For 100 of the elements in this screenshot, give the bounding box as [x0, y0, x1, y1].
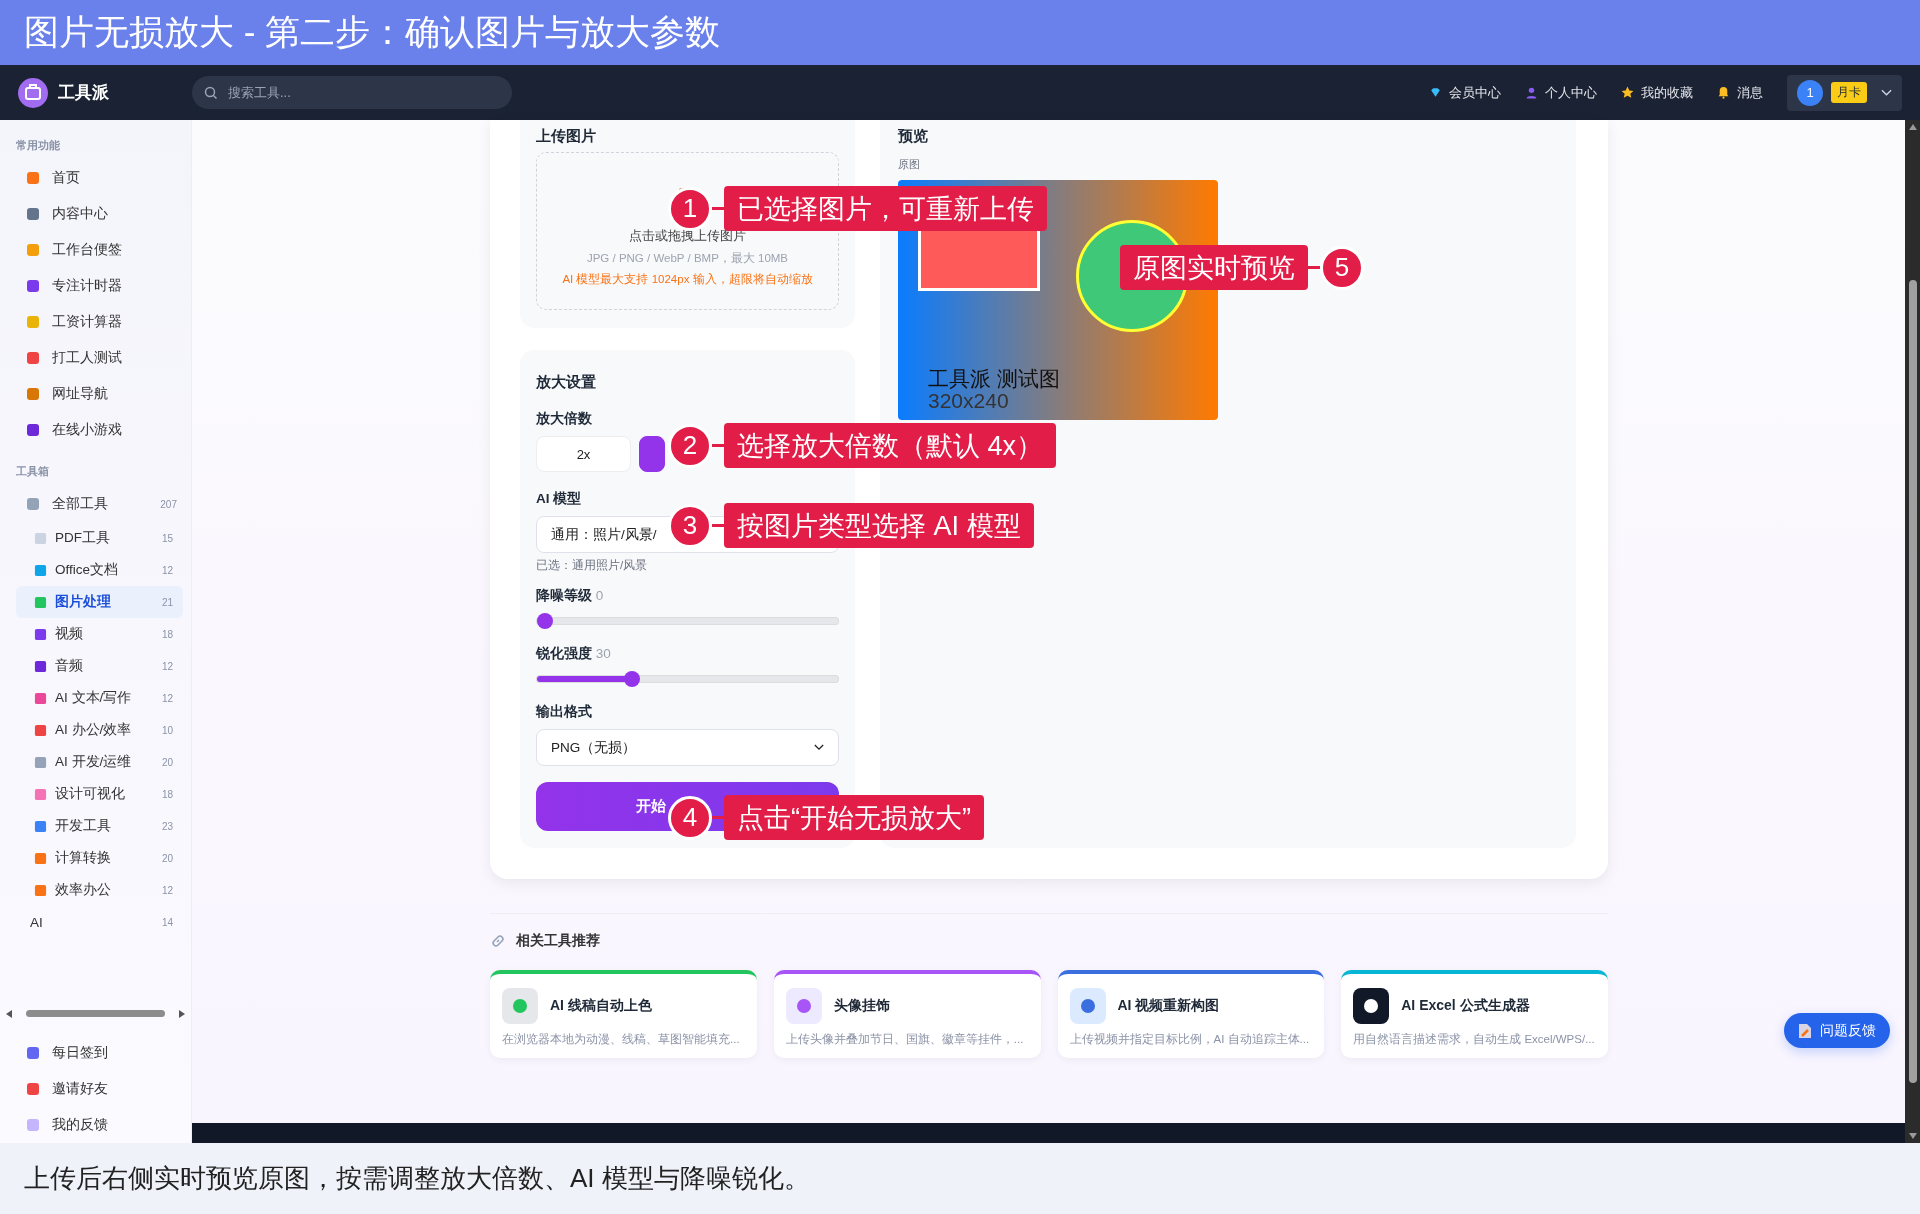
callout-label: 点击“开始无损放大” [724, 795, 984, 840]
square-icon [26, 1082, 40, 1097]
link-icon [490, 933, 506, 949]
scroll-down-icon[interactable] [1908, 1133, 1917, 1139]
scale-option[interactable]: 2x [536, 436, 631, 472]
sidebar-item[interactable]: PDF工具 15 [16, 522, 183, 554]
scale-option[interactable] [639, 436, 665, 472]
tool-card[interactable]: 头像挂饰 上传头像并叠加节日、国旗、徽章等挂件，... [773, 970, 1041, 1058]
callout-label: 选择放大倍数（默认 4x） [724, 423, 1057, 468]
square-icon [34, 531, 47, 545]
logo-text[interactable]: 工具派 [58, 81, 109, 104]
square-icon [26, 171, 40, 185]
user-menu[interactable]: 1 月卡 [1787, 74, 1902, 111]
tool-icon [785, 988, 822, 1024]
square-icon [26, 243, 40, 257]
square-icon [34, 819, 47, 833]
sidebar-item[interactable]: Office文档 12 [16, 554, 183, 586]
square-icon [34, 883, 47, 897]
tools-icon [26, 497, 40, 511]
vertical-scrollbar[interactable] [1905, 120, 1920, 1143]
callout-label: 按图片类型选择 AI 模型 [724, 503, 1034, 548]
section-title: 常用功能 [15, 138, 61, 153]
square-icon [26, 279, 40, 293]
sidebar-item[interactable]: 网址导航 [0, 376, 191, 412]
sidebar-item[interactable]: 音频 12 [16, 650, 183, 682]
sidebar-item[interactable]: 邀请好友 [0, 1071, 191, 1108]
caption-text: 上传后右侧实时预览原图，按需调整放大倍数、AI 模型与降噪锐化。 [24, 1162, 810, 1195]
square-icon [34, 755, 47, 769]
tool-card[interactable]: AI 线稿自动上色 在浏览器本地为动漫、线稿、草图智能填充... [490, 970, 757, 1058]
sidebar-item[interactable]: 开发工具 23 [16, 810, 183, 842]
field-label: 放大倍数 [536, 410, 593, 428]
sidebar-item[interactable]: 视频 18 [16, 618, 183, 650]
slider-label: 锐化强度 [536, 646, 592, 661]
search-field[interactable]: 搜索工具... [192, 76, 512, 109]
bell-icon [1717, 86, 1730, 99]
sidebar-item[interactable]: AI 14 [16, 906, 183, 938]
card-description: 在浏览器本地为动漫、线稿、草图智能填充... [502, 1032, 741, 1047]
image-title: 工具派 测试图 [928, 366, 1060, 392]
chevron-down-icon [814, 744, 824, 751]
sidebar-item[interactable]: 工作台便签 [0, 232, 191, 268]
preview-caption: 原图 [898, 156, 921, 172]
slider-label: 降噪等级 [536, 588, 592, 603]
slider-thumb[interactable] [623, 671, 640, 687]
square-icon [34, 851, 47, 865]
square-icon [26, 351, 40, 365]
nav-link[interactable]: 消息 [1717, 83, 1763, 102]
sidebar-item[interactable]: 效率办公 12 [16, 874, 183, 906]
square-icon [26, 423, 40, 437]
logo-icon[interactable] [18, 77, 48, 108]
format-select[interactable]: PNG（无损） [536, 729, 839, 766]
sidebar-item[interactable]: AI 办公/效率 10 [16, 714, 183, 746]
card-title: AI 视频重新构图 [1117, 997, 1220, 1015]
sidebar-item[interactable]: 专注计时器 [0, 268, 191, 304]
tool-icon [1069, 988, 1106, 1024]
square-icon [34, 563, 47, 577]
sidebar-item[interactable]: 内容中心 [0, 196, 191, 232]
sidebar-item[interactable]: 我的反馈 [0, 1107, 191, 1143]
scroll-up-icon[interactable] [1908, 124, 1917, 130]
sidebar-item[interactable]: AI 开发/运维 20 [16, 746, 183, 778]
sidebar-item[interactable]: 首页 [0, 160, 191, 196]
callout-label: 已选择图片，可重新上传 [724, 186, 1047, 231]
tool-card[interactable]: AI Excel 公式生成器 用自然语言描述需求，自动生成 Excel/WPS/... [1341, 970, 1608, 1058]
panel-title: 预览 [898, 125, 929, 146]
sidebar-item[interactable]: 每日签到 [0, 1035, 191, 1072]
slider-reading: 30 [595, 646, 611, 661]
scroll-left-icon[interactable] [6, 1009, 12, 1018]
size-warning: AI 模型最大支持 1024px 输入，超限将自动缩放 [562, 272, 813, 287]
sidebar-item[interactable]: 工资计算器 [0, 304, 191, 340]
sidebar-item[interactable]: AI 文本/写作 12 [16, 682, 183, 714]
slider-thumb[interactable] [537, 613, 553, 629]
sidebar-item[interactable]: 图片处理 21 [16, 586, 183, 618]
field-label: 输出格式 [536, 703, 593, 721]
chevron-down-icon [1881, 88, 1892, 97]
nav-link[interactable]: 我的收藏 [1621, 83, 1693, 102]
card-description: 上传视频并指定目标比例，AI 自动追踪主体... [1069, 1032, 1311, 1047]
membership-badge: 月卡 [1831, 82, 1867, 103]
sidebar-item[interactable]: 全部工具 207 [0, 486, 191, 522]
nav-link[interactable]: 会员中心 [1429, 83, 1501, 102]
user-icon [1525, 86, 1538, 99]
square-icon [34, 691, 47, 705]
card-description: 上传头像并叠加节日、国旗、徽章等挂件，... [785, 1032, 1025, 1047]
scroll-right-icon[interactable] [179, 1009, 185, 1018]
sidebar-item[interactable]: 计算转换 20 [16, 842, 183, 874]
sidebar-item[interactable]: 设计可视化 18 [16, 778, 183, 810]
document-icon [1798, 1022, 1812, 1039]
square-icon [26, 387, 40, 401]
sidebar-item[interactable]: 在线小游戏 [0, 412, 191, 448]
square-icon [26, 315, 40, 329]
model-note: 已选：通用照片/风景 [536, 558, 649, 573]
banner-title: 图片无损放大 - 第二步：确认图片与放大参数 [24, 11, 721, 53]
square-icon [34, 595, 47, 609]
feedback-button[interactable]: 问题反馈 [1784, 1013, 1890, 1048]
square-icon [26, 207, 40, 221]
tool-card[interactable]: AI 视频重新构图 上传视频并指定目标比例，AI 自动追踪主体... [1057, 970, 1325, 1058]
nav-link[interactable]: 个人中心 [1525, 83, 1597, 102]
panel-title: 放大设置 [536, 371, 597, 392]
gem-icon [1429, 86, 1442, 99]
field-label: AI 模型 [536, 490, 583, 508]
card-title: AI Excel 公式生成器 [1401, 997, 1530, 1015]
sidebar-item[interactable]: 打工人测试 [0, 340, 191, 376]
